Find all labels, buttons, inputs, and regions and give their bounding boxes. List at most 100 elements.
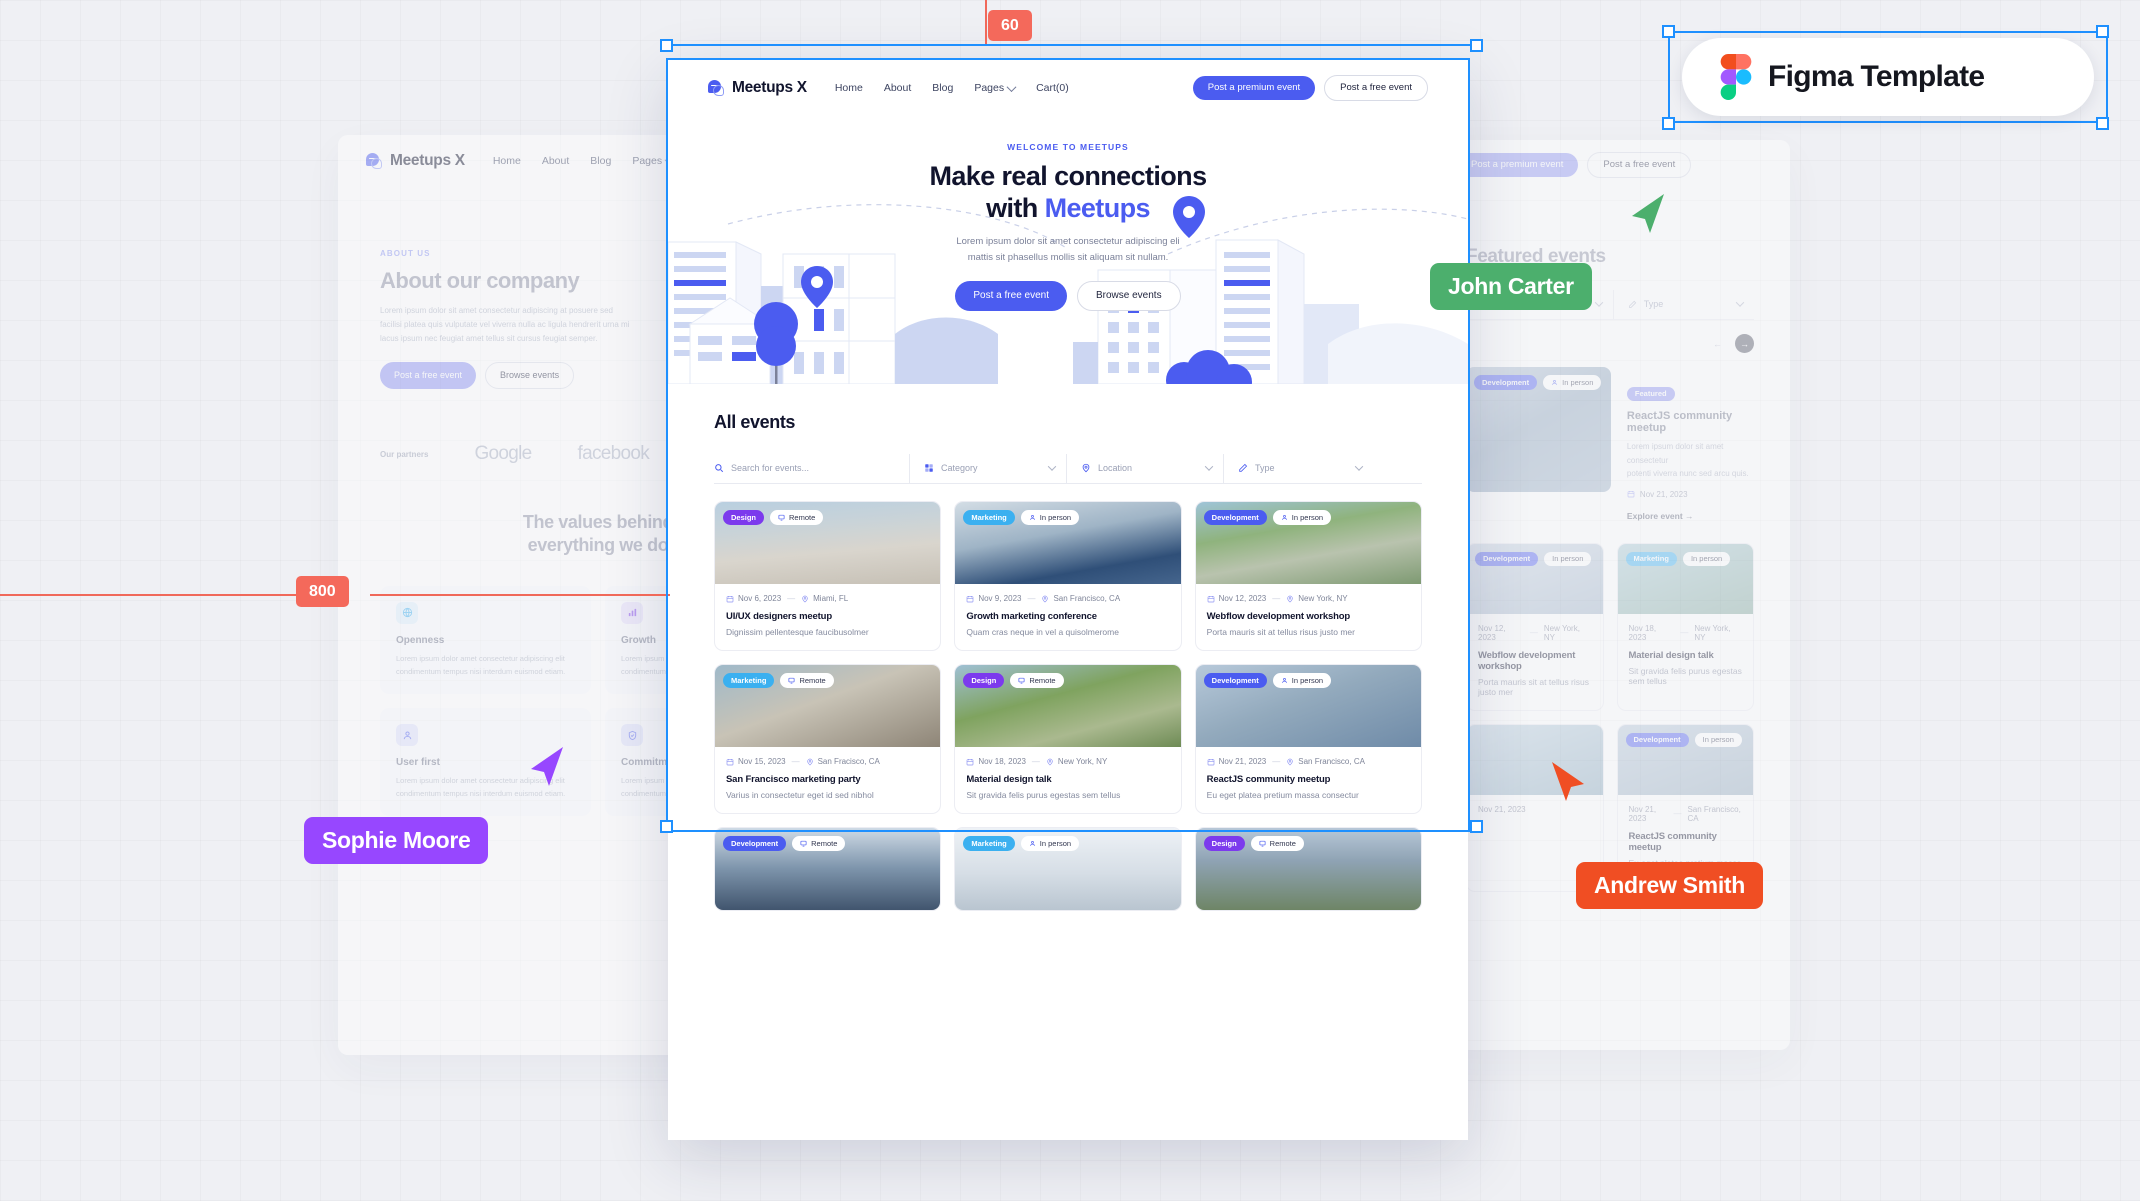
post-free-event-button[interactable]: Post a free event: [1324, 75, 1428, 101]
event-card-location: New York, NY: [1298, 594, 1348, 603]
person-icon: [1282, 514, 1287, 520]
nav-links[interactable]: Home About Blog Pages Cart(0): [835, 81, 1069, 94]
event-card-meta: Nov 6, 2023 — Miami, FL: [726, 594, 929, 603]
featured-nav[interactable]: Post a premium event Post a free event: [1430, 140, 1790, 190]
selection-handle-top-right[interactable]: [1470, 39, 1483, 52]
selection-handle-bottom-right[interactable]: [1470, 820, 1483, 833]
list-item-image: Marketing In person: [1617, 543, 1753, 614]
event-card[interactable]: Design Remote: [1194, 827, 1422, 911]
nav-link-home[interactable]: Home: [835, 82, 863, 94]
event-card[interactable]: Design Remote Nov 18, 2023 — New York, N…: [954, 664, 1182, 814]
mode-chip-label: Remote: [811, 838, 838, 848]
nav-link-pages[interactable]: Pages: [632, 154, 675, 167]
event-card-image: Design Remote: [715, 502, 941, 584]
featured-card-explore-link[interactable]: Explore event →: [1627, 511, 1754, 521]
list-item-location: New York, NY: [1694, 623, 1731, 642]
value-card-openness[interactable]: Openness Lorem ipsum dolor amet consecte…: [380, 585, 591, 695]
monitor-icon: [800, 840, 807, 847]
event-card-location-wrap: New York, NY: [1046, 757, 1107, 766]
nav-link-pages[interactable]: Pages: [974, 81, 1017, 94]
featured-badge: Featured: [1626, 386, 1675, 401]
event-card-body: Nov 6, 2023 — Miami, FL UI/UX designers …: [715, 584, 940, 650]
mode-chip-label: Remote: [799, 675, 826, 685]
selection-handle-bottom-left[interactable]: [660, 820, 673, 833]
nav-cta-group[interactable]: Post a premium event Post a free event: [1192, 75, 1428, 101]
chevron-down-icon: [1354, 462, 1364, 471]
list-item[interactable]: Marketing In person Nov 18, 2023 — New Y…: [1616, 542, 1754, 711]
featured-post-free-button[interactable]: Post a free event: [1587, 152, 1692, 178]
figma-template-badge[interactable]: Figma Template: [1682, 38, 2094, 116]
filter-category-label: Category: [941, 463, 978, 473]
partner-logo-google: Google: [474, 443, 532, 464]
mode-chip: In person: [1682, 551, 1731, 567]
event-card[interactable]: Design Remote Nov 6, 2023 — Miami, FL UI…: [714, 501, 942, 651]
featured-post-premium-button[interactable]: Post a premium event: [1456, 153, 1579, 177]
pencil-icon: [1628, 300, 1636, 308]
about-browse-events-button[interactable]: Browse events: [485, 362, 575, 389]
event-card-location-wrap: San Francisco, CA: [1041, 594, 1120, 603]
figma-badge-handle-bottom-right[interactable]: [2096, 117, 2109, 130]
featured-filter-type[interactable]: Type: [1612, 290, 1754, 319]
nav-link-about[interactable]: About: [542, 155, 569, 167]
hero-content: WELCOME TO MEETUPS Make real connections…: [668, 142, 1468, 311]
about-post-free-event-button[interactable]: Post a free event: [380, 362, 477, 389]
brand-logo[interactable]: Meetups X: [708, 79, 807, 97]
event-card[interactable]: Development Remote: [714, 827, 942, 911]
carousel-next-button[interactable]: →: [1735, 334, 1754, 353]
shield-check-icon: [621, 724, 643, 747]
event-card[interactable]: Marketing In person Nov 9, 2023 — San Fr…: [954, 501, 1182, 651]
post-premium-event-button[interactable]: Post a premium event: [1192, 76, 1316, 100]
list-item-meta: Nov 21, 2023 — San Francisco, CA: [1629, 805, 1743, 823]
featured-card[interactable]: Development In person Featured ReactJS c…: [1466, 367, 1754, 521]
about-nav-links[interactable]: Home About Blog Pages: [493, 154, 675, 167]
event-card[interactable]: Development In person Nov 12, 2023 — New…: [1194, 501, 1422, 651]
list-item-date: Nov 18, 2023: [1628, 623, 1657, 642]
figma-badge-handle-bottom-left[interactable]: [1662, 117, 1675, 130]
event-card[interactable]: Development In person Nov 21, 2023 — San…: [1194, 664, 1422, 814]
nav-link-about[interactable]: About: [884, 82, 911, 94]
hero-cta-group[interactable]: Post a free event Browse events: [668, 280, 1468, 311]
filter-location[interactable]: Location: [1066, 454, 1223, 483]
event-card-badges: Marketing Remote: [723, 673, 834, 688]
mode-chip-label: Remote: [1269, 838, 1296, 848]
nav-link-blog[interactable]: Blog: [932, 82, 953, 94]
mode-chip: Remote: [1010, 673, 1064, 688]
measurement-line-horizontal-left: [0, 594, 300, 596]
hero-subtitle-line2: mattis sit phasellus mollis sit aliquam …: [967, 251, 1169, 263]
main-nav[interactable]: Meetups X Home About Blog Pages Cart(0) …: [668, 60, 1468, 116]
hero-eyebrow: WELCOME TO MEETUPS: [1007, 142, 1129, 152]
filter-type[interactable]: Type: [1223, 454, 1373, 483]
mode-chip-label: In person: [1291, 675, 1324, 685]
event-card-description: Varius in consectetur eget id sed nibhol: [726, 790, 874, 800]
location-pin-icon: [806, 758, 813, 765]
figma-template-label: Figma Template: [1768, 60, 1985, 93]
hero-browse-events-button[interactable]: Browse events: [1077, 280, 1181, 311]
brand-logo[interactable]: Meetups X: [366, 152, 465, 170]
figma-badge-handle-top-right[interactable]: [2096, 25, 2109, 38]
filter-category[interactable]: Category: [909, 454, 1066, 483]
figma-badge-handle-top-left[interactable]: [1662, 25, 1675, 38]
carousel-arrows[interactable]: ← →: [1466, 334, 1754, 353]
carousel-prev-button[interactable]: ←: [1708, 334, 1727, 353]
figma-canvas[interactable]: Meetups X Home About Blog Pages ABOUT US…: [0, 0, 2140, 1201]
event-card-meta: Nov 12, 2023 — New York, NY: [1207, 594, 1410, 603]
event-card[interactable]: Marketing Remote Nov 15, 2023 — San Frac…: [714, 664, 942, 814]
nav-link-blog[interactable]: Blog: [590, 155, 611, 167]
search-input[interactable]: Search for events...: [714, 454, 909, 483]
event-card[interactable]: Marketing In person: [954, 827, 1182, 911]
event-card-date: Nov 9, 2023: [978, 594, 1022, 603]
events-filter-bar[interactable]: Search for events... Category Location T…: [714, 454, 1422, 484]
selection-handle-top-left[interactable]: [660, 39, 673, 52]
event-card-date-wrap: Nov 21, 2023: [1207, 757, 1266, 766]
value-title: Openness: [396, 634, 445, 646]
list-item[interactable]: Development In person Nov 12, 2023 — New…: [1466, 542, 1604, 711]
cursor-label-sophie-moore: Sophie Moore: [304, 817, 489, 864]
list-item-body: Nov 18, 2023 — New York, NY Material des…: [1618, 614, 1754, 699]
chevron-down-icon: [1006, 81, 1017, 92]
featured-card-title: ReactJS community meetup: [1626, 410, 1733, 434]
home-page-frame[interactable]: Meetups X Home About Blog Pages Cart(0) …: [668, 60, 1468, 1140]
nav-link-cart[interactable]: Cart(0): [1036, 82, 1069, 94]
nav-link-home[interactable]: Home: [493, 155, 521, 167]
hero-post-free-event-button[interactable]: Post a free event: [955, 280, 1067, 311]
chevron-down-icon: [1735, 298, 1745, 307]
